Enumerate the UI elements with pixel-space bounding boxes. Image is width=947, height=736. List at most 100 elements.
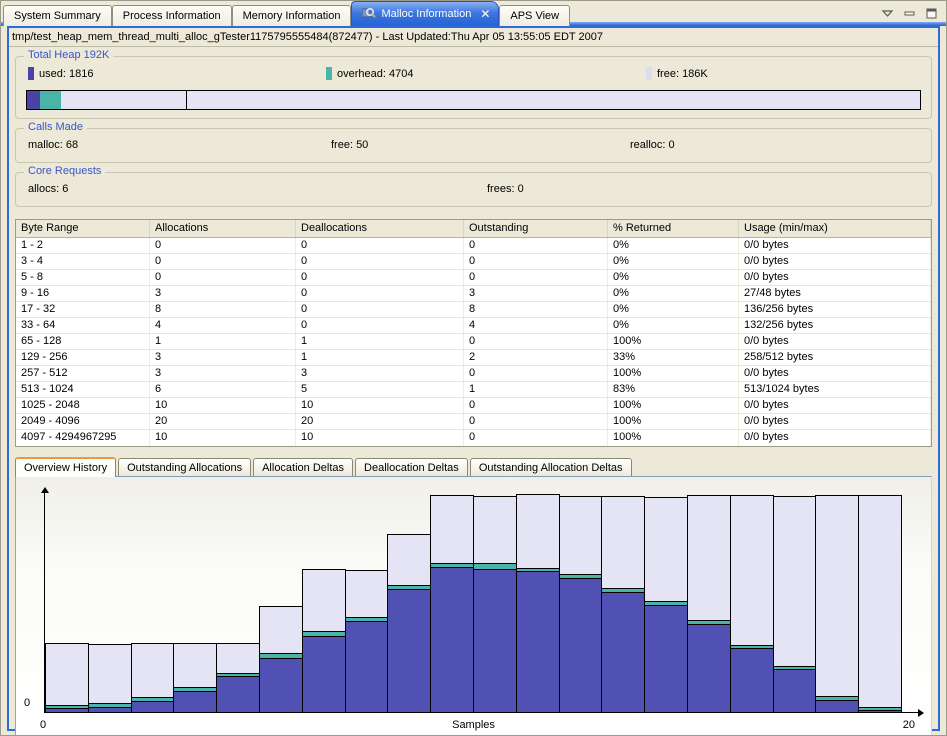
- history-tab-bar: Overview HistoryOutstanding AllocationsA…: [15, 456, 938, 476]
- column-header-allocations[interactable]: Allocations: [150, 220, 296, 237]
- maximize-icon[interactable]: [925, 6, 938, 17]
- heap-legend-item-used: used: 1816: [28, 67, 93, 80]
- bar-segment-free: [259, 606, 303, 654]
- table-cell: 0: [464, 414, 608, 429]
- view-tab-bar: System Summary Process Information Memory …: [1, 1, 946, 26]
- tab-label: APS View: [510, 10, 559, 22]
- table-row[interactable]: 1 - 20000%0/0 bytes: [16, 238, 931, 254]
- bar-segment-free: [773, 496, 817, 667]
- legend-swatch-freeicon: [646, 67, 652, 80]
- table-cell: 0/0 bytes: [739, 254, 931, 269]
- table-row[interactable]: 3 - 40000%0/0 bytes: [16, 254, 931, 270]
- tab-process-information[interactable]: Process Information: [112, 5, 232, 26]
- table-cell: 9 - 16: [16, 286, 150, 301]
- table-cell: 3: [464, 286, 608, 301]
- heap-segment-used: [27, 91, 40, 109]
- bar-segment-free: [387, 534, 431, 586]
- table-cell: 136/256 bytes: [739, 302, 931, 317]
- column-header-returned[interactable]: % Returned: [608, 220, 739, 237]
- total-heap-group: Total Heap 192K used: 1816overhead: 4704…: [15, 56, 932, 119]
- bar-segment-free: [345, 570, 389, 618]
- process-path-text: tmp/test_heap_mem_thread_multi_alloc_gTe…: [12, 31, 603, 43]
- bar-segment-used: [216, 676, 260, 713]
- table-cell: 3: [296, 366, 464, 381]
- chart-bar: [644, 497, 688, 713]
- bar-segment-used: [345, 621, 389, 713]
- table-row[interactable]: 33 - 644040%132/256 bytes: [16, 318, 931, 334]
- bar-segment-used: [601, 592, 645, 713]
- bar-segment-free: [430, 495, 474, 564]
- table-cell: 65 - 128: [16, 334, 150, 349]
- tab-system-summary[interactable]: System Summary: [3, 5, 112, 26]
- heap-legend-item-free: free: 186K: [646, 67, 708, 80]
- tab-outstanding-allocation-deltas[interactable]: Outstanding Allocation Deltas: [470, 458, 632, 476]
- table-header: Byte RangeAllocationsDeallocationsOutsta…: [16, 220, 931, 238]
- table-cell: 0: [150, 254, 296, 269]
- tab-aps-view[interactable]: APS View: [499, 5, 570, 26]
- view-content-frame: tmp/test_heap_mem_thread_multi_alloc_gTe…: [7, 26, 940, 731]
- tab-allocation-deltas[interactable]: Allocation Deltas: [253, 458, 353, 476]
- tab-label: Malloc Information: [381, 8, 471, 20]
- table-row[interactable]: 5 - 80000%0/0 bytes: [16, 270, 931, 286]
- table-cell: 8: [150, 302, 296, 317]
- table-cell: 27/48 bytes: [739, 286, 931, 301]
- table-cell: 8: [464, 302, 608, 317]
- tab-memory-information[interactable]: Memory Information: [232, 5, 352, 26]
- table-row[interactable]: 65 - 128110100%0/0 bytes: [16, 334, 931, 350]
- table-cell: 100%: [608, 414, 739, 429]
- bar-segment-free: [815, 495, 859, 697]
- table-row[interactable]: 9 - 163030%27/48 bytes: [16, 286, 931, 302]
- table-cell: 0: [150, 270, 296, 285]
- table-cell: 1 - 2: [16, 238, 150, 253]
- calls-made-group: Calls Made malloc: 68free: 50realloc: 0: [15, 128, 932, 163]
- table-row[interactable]: 257 - 512330100%0/0 bytes: [16, 366, 931, 382]
- table-cell: 0/0 bytes: [739, 270, 931, 285]
- chart-bar: [687, 495, 731, 713]
- chart-bar: [345, 570, 389, 713]
- bar-segment-free: [131, 643, 175, 698]
- table-cell: 0: [296, 254, 464, 269]
- table-cell: 4: [150, 318, 296, 333]
- table-cell: 2: [464, 350, 608, 365]
- table-cell: 10: [296, 430, 464, 446]
- column-header-byte-range[interactable]: Byte Range: [16, 220, 150, 237]
- minimize-icon[interactable]: [903, 6, 916, 17]
- heap-usage-bar: [26, 90, 921, 110]
- table-row[interactable]: 2049 - 409620200100%0/0 bytes: [16, 414, 931, 430]
- table-cell: 0/0 bytes: [739, 414, 931, 429]
- bar-segment-free: [473, 496, 517, 564]
- table-row[interactable]: 1025 - 204810100100%0/0 bytes: [16, 398, 931, 414]
- table-cell: 0: [464, 366, 608, 381]
- view-menu-icon[interactable]: [881, 6, 894, 17]
- table-cell: 0: [464, 238, 608, 253]
- process-info-bar: tmp/test_heap_mem_thread_multi_alloc_gTe…: [9, 28, 938, 47]
- table-cell: 17 - 32: [16, 302, 150, 317]
- column-header-deallocations[interactable]: Deallocations: [296, 220, 464, 237]
- x-axis-tick-0: 0: [40, 719, 46, 731]
- table-row[interactable]: 17 - 328080%136/256 bytes: [16, 302, 931, 318]
- chart-bar: [516, 494, 560, 713]
- tab-deallocation-deltas[interactable]: Deallocation Deltas: [355, 458, 468, 476]
- tab-overview-history[interactable]: Overview History: [15, 457, 116, 477]
- column-header-outstanding[interactable]: Outstanding: [464, 220, 608, 237]
- close-icon[interactable]: ✕: [480, 7, 490, 21]
- table-cell: 33 - 64: [16, 318, 150, 333]
- tab-label: Memory Information: [243, 10, 341, 22]
- legend-text: used: 1816: [39, 68, 93, 80]
- table-cell: 0/0 bytes: [739, 398, 931, 413]
- table-cell: 258/512 bytes: [739, 350, 931, 365]
- tab-outstanding-allocations[interactable]: Outstanding Allocations: [118, 458, 251, 476]
- chart-bar: [88, 644, 132, 713]
- tab-malloc-information[interactable]: Malloc Information ✕: [351, 1, 499, 26]
- table-row[interactable]: 513 - 102465183%513/1024 bytes: [16, 382, 931, 398]
- allocation-table: Byte RangeAllocationsDeallocationsOutsta…: [15, 219, 932, 447]
- tab-label: System Summary: [14, 10, 101, 22]
- table-cell: 1025 - 2048: [16, 398, 150, 413]
- table-row[interactable]: 4097 - 429496729510100100%0/0 bytes: [16, 430, 931, 446]
- bar-segment-free: [644, 497, 688, 602]
- table-row[interactable]: 129 - 25631233%258/512 bytes: [16, 350, 931, 366]
- table-cell: 0/0 bytes: [739, 366, 931, 381]
- table-cell: 0: [296, 318, 464, 333]
- table-cell: 20: [296, 414, 464, 429]
- column-header-usage-min-max[interactable]: Usage (min/max): [739, 220, 931, 237]
